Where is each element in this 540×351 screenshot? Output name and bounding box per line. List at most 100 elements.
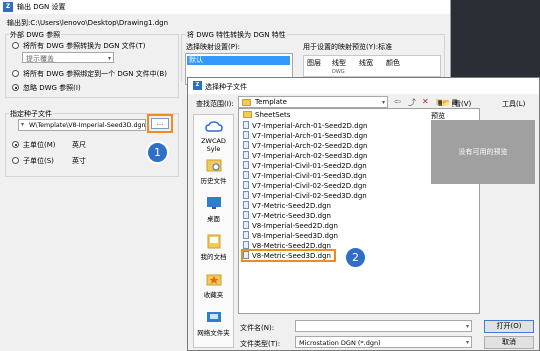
list-item[interactable]: V7-Metric-Seed2D.dgn xyxy=(243,201,331,210)
chevron-down-icon: ▾ xyxy=(107,55,111,62)
preview-mapping-label: 用于设置的映射预览(Y):标准 xyxy=(303,43,393,51)
browse-button[interactable]: ... xyxy=(151,118,169,129)
chevron-down-icon: ▾ xyxy=(381,99,385,106)
select-seed-file-dialog: Z 选择种子文件 查找范围(I): Template ▾ ⇦ ⤴ ✕ ▣ ▦ ▦… xyxy=(187,77,540,351)
history-folder-icon xyxy=(206,159,221,172)
cloud-icon xyxy=(204,121,223,132)
radio-bind[interactable] xyxy=(12,70,19,77)
dgn-file-icon xyxy=(243,171,249,179)
folder-icon xyxy=(242,99,251,106)
tab-layer[interactable]: 图层 xyxy=(307,58,321,68)
radio-sub-unit-label: 子单位(S) xyxy=(23,157,54,165)
file-name: V7-Imperial-Civil-01-Seed3D.dgn xyxy=(252,172,367,180)
file-name: V7-Imperial-Arch-01-Seed2D.dgn xyxy=(252,122,368,130)
place-documents[interactable]: 我的文档 xyxy=(194,233,233,261)
place-desktop[interactable]: 桌面 xyxy=(194,195,233,223)
list-item[interactable]: V7-Imperial-Civil-02-Seed2D.dgn xyxy=(243,181,367,190)
delete-icon[interactable]: ✕ xyxy=(422,97,432,106)
open-button[interactable]: 打开(O) xyxy=(484,320,534,333)
list-item[interactable]: V7-Imperial-Arch-02-Seed2D.dgn xyxy=(243,141,367,150)
file-name: V8-Imperial-Seed3D.dgn xyxy=(252,232,338,240)
export-window-title: 输出 DGN 设置 xyxy=(17,3,66,11)
output-path-text: 输出到:C:\Users\lenovo\Desktop\Drawing1.dgn xyxy=(7,19,169,27)
main-unit-value: 英尺 xyxy=(72,141,86,149)
file-name: V7-Imperial-Arch-02-Seed3D.dgn xyxy=(252,152,368,160)
dgn-file-icon xyxy=(243,231,249,239)
radio-sub-unit[interactable] xyxy=(12,157,19,164)
list-item[interactable]: V7-Imperial-Civil-01-Seed2D.dgn xyxy=(243,161,367,170)
external-refs-group-title: 外部 DWG 参照 xyxy=(9,30,62,40)
favorites-icon xyxy=(206,274,221,286)
preview-header-dwg: DWG xyxy=(332,69,345,75)
radio-convert[interactable] xyxy=(12,42,19,49)
lookin-combo[interactable]: Template ▾ xyxy=(238,96,388,108)
dialog-titlebar: Z 选择种子文件 xyxy=(188,78,539,94)
radio-convert-label: 将所有 DWG 参照转换为 DGN 文件(T) xyxy=(23,42,146,50)
file-name: V7-Imperial-Arch-01-Seed3D.dgn xyxy=(252,132,368,140)
filetype-combo[interactable]: Microstation DGN (*.dgn) ▾ xyxy=(295,336,472,348)
up-folder-icon[interactable]: ⤴ xyxy=(408,97,418,107)
dgn-file-icon xyxy=(243,151,249,159)
mapping-group-title: 将 DWG 特性转换为 DGN 特性 xyxy=(186,30,287,40)
tab-linetype[interactable]: 线型 xyxy=(332,58,346,68)
step-badge-2: 2 xyxy=(344,246,367,269)
step-badge-1: 1 xyxy=(146,141,169,164)
file-name: V8-Imperial-Seed2D.dgn xyxy=(252,222,338,230)
place-desktop-label: 桌面 xyxy=(207,215,220,223)
list-item[interactable]: V7-Imperial-Civil-01-Seed3D.dgn xyxy=(243,171,367,180)
network-folder-icon xyxy=(206,312,221,322)
file-name: V7-Imperial-Arch-02-Seed2D.dgn xyxy=(252,142,368,150)
lookin-value: Template xyxy=(255,98,287,106)
cancel-button-label: 取消 xyxy=(502,338,516,346)
seed-path-field[interactable]: ▾ W\Template\V8-Imperial-Seed3D.dgn xyxy=(18,119,146,131)
dgn-file-icon xyxy=(243,201,249,209)
folder-open-icon[interactable]: 📂 xyxy=(442,99,452,107)
radio-main-unit-label: 主单位(M) xyxy=(23,141,56,149)
tools-menu[interactable]: 工具(L) xyxy=(502,99,525,109)
dgn-file-icon xyxy=(243,181,249,189)
file-name: V7-Imperial-Civil-02-Seed2D.dgn xyxy=(252,182,367,190)
list-item[interactable]: V8-Imperial-Seed3D.dgn xyxy=(243,231,338,240)
tab-lineweight[interactable]: 线宽 xyxy=(359,58,373,68)
list-item[interactable]: V7-Imperial-Arch-02-Seed3D.dgn xyxy=(243,151,367,160)
place-history-label: 历史文件 xyxy=(200,177,227,185)
file-name: V7-Imperial-Civil-01-Seed2D.dgn xyxy=(252,162,367,170)
prompt-combo-value: 提示覆盖 xyxy=(26,55,54,63)
dgn-file-icon xyxy=(243,241,249,249)
file-name: V7-Imperial-Civil-02-Seed3D.dgn xyxy=(252,192,367,200)
prompt-combo[interactable]: 提示覆盖 ▾ xyxy=(22,52,114,63)
cancel-button[interactable]: 取消 xyxy=(484,336,534,349)
filename-input[interactable]: ▾ xyxy=(295,320,472,332)
places-bar: ZWCAD Syle 历史文件 桌面 我的文档 收藏夹 网络文件夹 xyxy=(193,114,234,348)
place-favorites[interactable]: 收藏夹 xyxy=(194,271,233,299)
list-item[interactable]: V7-Metric-Seed3D.dgn xyxy=(243,211,331,220)
list-item[interactable]: V8-Imperial-Seed2D.dgn xyxy=(243,221,338,230)
documents-icon xyxy=(207,234,220,249)
file-name: SheetSets xyxy=(255,111,291,119)
back-icon[interactable]: ⇦ xyxy=(394,97,404,106)
radio-main-unit[interactable] xyxy=(12,141,19,148)
chevron-down-icon: ▾ xyxy=(465,323,469,330)
chevron-down-icon: ▾ xyxy=(465,339,469,346)
place-zwcad-label: ZWCAD Syle xyxy=(201,137,226,153)
radio-ignore-label: 忽略 DWG 参照(I) xyxy=(23,84,81,92)
place-history[interactable]: 历史文件 xyxy=(194,157,233,185)
seed-path-value: W\Template\V8-Imperial-Seed3D.dgn xyxy=(29,122,146,129)
place-zwcad[interactable]: ZWCAD Syle xyxy=(194,119,233,153)
tab-color[interactable]: 颜色 xyxy=(386,58,400,68)
list-item[interactable]: V7-Imperial-Arch-01-Seed3D.dgn xyxy=(243,131,367,140)
list-item[interactable]: V7-Imperial-Civil-02-Seed3D.dgn xyxy=(243,191,367,200)
dialog-title: 选择种子文件 xyxy=(205,83,247,91)
dgn-file-icon xyxy=(243,121,249,129)
filename-label: 文件名(N): xyxy=(240,324,275,332)
list-item[interactable]: V7-Imperial-Arch-01-Seed2D.dgn xyxy=(243,121,367,130)
sub-unit-value: 英寸 xyxy=(72,157,86,165)
radio-ignore[interactable] xyxy=(12,84,19,91)
dgn-file-icon xyxy=(243,161,249,169)
preview-pane: 没有可用的预览 xyxy=(431,120,535,184)
place-documents-label: 我的文档 xyxy=(200,253,227,261)
place-network[interactable]: 网络文件夹 xyxy=(194,309,233,337)
list-item[interactable]: SheetSets xyxy=(243,111,290,120)
mapping-list-item[interactable]: 默认 xyxy=(187,56,290,65)
app-icon: Z xyxy=(3,2,13,12)
